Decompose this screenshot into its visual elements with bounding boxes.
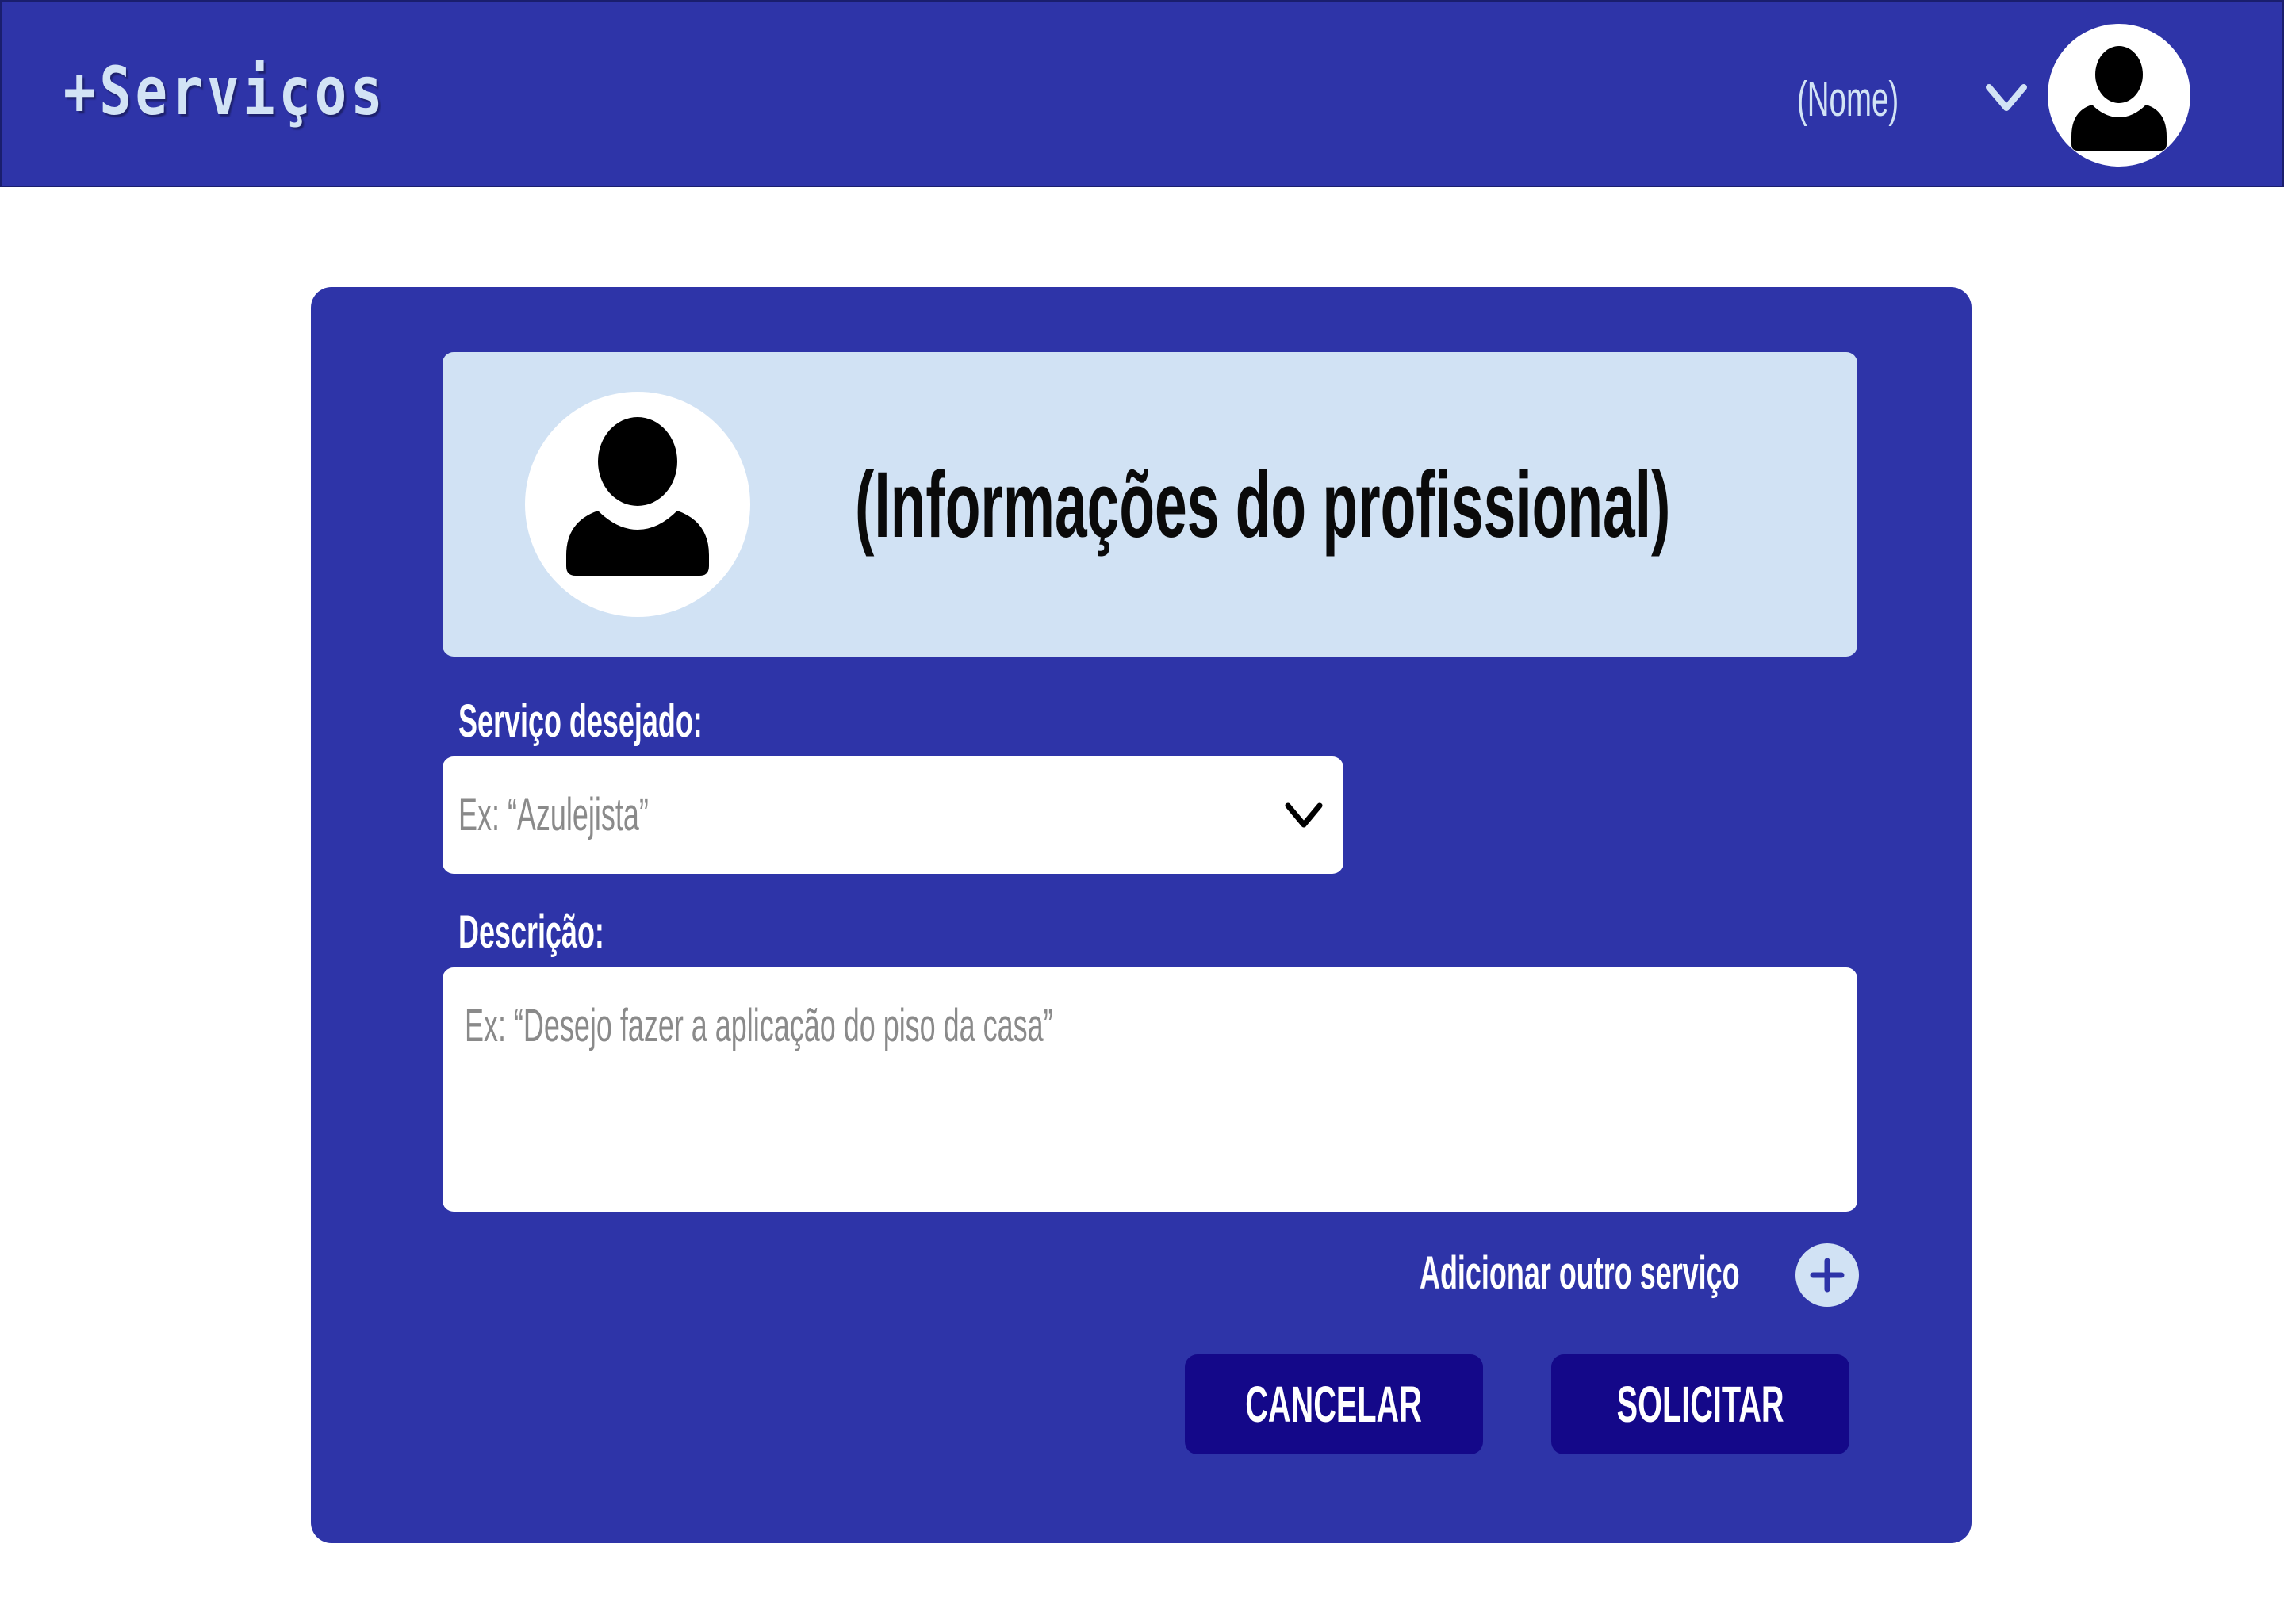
cancel-button-label: CANCELAR	[1245, 1376, 1423, 1433]
user-name[interactable]: (Nome)	[1797, 71, 1899, 128]
user-icon	[566, 417, 709, 576]
service-select-placeholder: Ex: “Azulejista”	[458, 789, 649, 841]
app-logo[interactable]: +Serviços	[63, 52, 386, 130]
service-request-card: (Informações do profissional) Serviço de…	[311, 287, 1972, 1543]
chevron-down-icon	[1285, 802, 1323, 828]
submit-button[interactable]: SOLICITAR	[1551, 1354, 1849, 1454]
professional-info-panel: (Informações do profissional)	[443, 352, 1857, 657]
user-icon	[2071, 46, 2167, 151]
cancel-button[interactable]: CANCELAR	[1185, 1354, 1483, 1454]
service-label: Serviço desejado:	[458, 695, 703, 747]
top-navbar: +Serviços (Nome)	[0, 0, 2284, 187]
chevron-down-icon[interactable]	[1984, 81, 2029, 116]
description-label: Descrição:	[458, 906, 604, 958]
description-placeholder: Ex: “Desejo fazer a aplicação do piso da…	[465, 1000, 1053, 1051]
professional-info-title: (Informações do profissional)	[855, 453, 1671, 557]
plus-icon	[1810, 1258, 1845, 1293]
user-avatar[interactable]	[2048, 24, 2190, 167]
add-service-button[interactable]	[1795, 1243, 1859, 1307]
add-service-link[interactable]: Adicionar outro serviço	[1420, 1247, 1740, 1300]
service-select[interactable]: Ex: “Azulejista”	[443, 756, 1343, 874]
submit-button-label: SOLICITAR	[1616, 1376, 1784, 1433]
description-textarea[interactable]: Ex: “Desejo fazer a aplicação do piso da…	[443, 967, 1857, 1212]
professional-avatar	[525, 392, 750, 617]
